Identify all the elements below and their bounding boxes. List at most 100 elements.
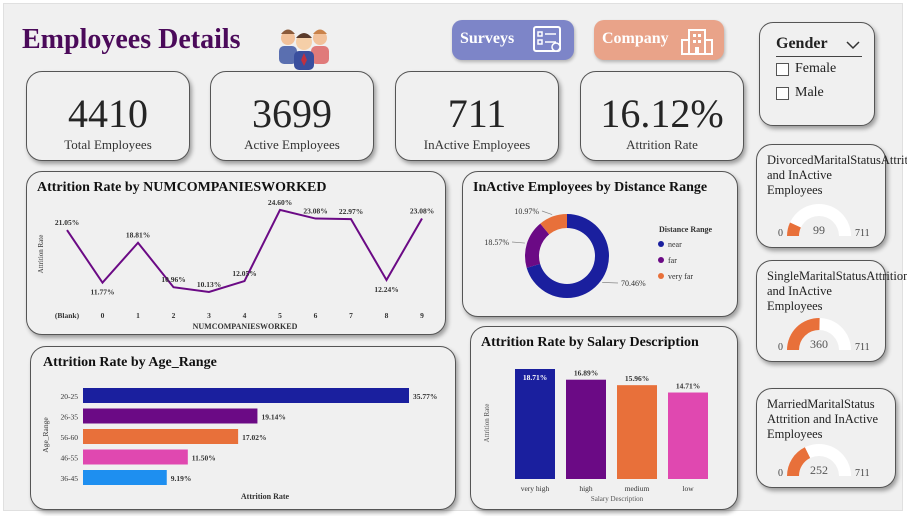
salary-chart-card: Attrition Rate by Salary Description 18.… xyxy=(470,326,738,510)
x-tick-label: 3 xyxy=(207,311,211,320)
leader-line xyxy=(511,241,525,244)
gauge-chart: 360 0 711 xyxy=(778,318,870,353)
data-label: 16.89% xyxy=(574,369,598,378)
x-tick-label: low xyxy=(682,484,694,493)
filter-option-label: Male xyxy=(795,85,824,100)
data-label: 18.71% xyxy=(523,373,547,382)
x-tick-label: 4 xyxy=(243,311,247,320)
legend-marker xyxy=(658,257,664,263)
age-range-chart-card: Attrition Rate by Age_Range 35.77% 20-25 1… xyxy=(30,346,456,510)
surveys-button[interactable]: Surveys xyxy=(452,20,574,60)
distance-range-chart-card: InActive Employees by Distance Range 70.… xyxy=(462,171,738,317)
kpi-label: Total Employees xyxy=(64,137,152,152)
bar xyxy=(83,408,258,424)
y-tick-label: 56-60 xyxy=(61,433,79,442)
data-label: 14.71% xyxy=(676,382,700,391)
checkbox[interactable] xyxy=(776,62,789,76)
chevron-down-icon[interactable] xyxy=(846,37,860,55)
data-label: 23.08% xyxy=(303,207,327,216)
gauge-chart: 99 0 711 xyxy=(778,204,870,239)
bar xyxy=(617,385,657,479)
kpi-active-employees: 3699 Active Employees xyxy=(210,71,374,161)
legend-label: near xyxy=(668,240,682,249)
filter-option-male[interactable]: Male xyxy=(776,85,824,101)
y-tick-label: 36-45 xyxy=(61,474,79,483)
filter-title: Gender xyxy=(776,35,828,52)
leader-line xyxy=(541,210,553,215)
leader-line xyxy=(602,282,619,284)
data-label: 21.05% xyxy=(55,218,79,227)
data-label: 11.50% xyxy=(192,454,216,463)
data-label: 11.77% xyxy=(91,288,115,297)
y-axis-label: Age_Range xyxy=(41,417,50,453)
data-label: 23.08% xyxy=(410,207,434,216)
bar xyxy=(515,369,555,479)
gauge-card-single: SingleMaritalStatusAttrition and InActiv… xyxy=(756,260,907,362)
salary-bar-chart: 18.71% very high 16.89% high 15.96% medium 14.… xyxy=(483,369,708,503)
filter-title-underline xyxy=(776,56,862,57)
x-tick-label: 6 xyxy=(314,311,318,320)
data-label: 9.19% xyxy=(171,474,192,483)
x-tick-label: 5 xyxy=(278,311,282,320)
company-button[interactable]: Company xyxy=(594,20,724,60)
x-axis-label: Salary Description xyxy=(591,495,644,503)
numcompanies-chart-card: Attrition Rate by NUMCOMPANIESWORKED 21.… xyxy=(26,171,446,335)
x-tick-label: very high xyxy=(521,484,550,493)
x-tick-label: 2 xyxy=(172,311,176,320)
x-tick-label: medium xyxy=(625,484,650,493)
filter-option-female[interactable]: Female xyxy=(776,61,836,77)
filter-option-label: Female xyxy=(795,61,837,76)
data-label: 22.97% xyxy=(339,207,363,216)
dashboard-canvas: Employees Details Surveys Company 4410 T… xyxy=(3,3,907,511)
kpi-label: Attrition Rate xyxy=(626,137,698,152)
bar xyxy=(566,379,606,479)
series-line xyxy=(66,208,423,293)
kpi-value: 16.12% xyxy=(600,91,724,136)
data-label: 10.13% xyxy=(197,280,221,289)
kpi-label: Active Employees xyxy=(244,137,340,152)
gauge-min-label: 0 xyxy=(778,228,783,239)
x-tick-label: 0 xyxy=(101,311,105,320)
kpi-attrition-rate: 16.12% Attrition Rate xyxy=(580,71,744,161)
checkbox[interactable] xyxy=(776,86,789,100)
gender-filter: Gender Female Male xyxy=(759,22,875,126)
age-range-bar-chart: 35.77% 20-25 19.14% 26-35 17.02% 56-60 11.50% 4… xyxy=(41,388,437,501)
bar xyxy=(83,470,167,485)
x-tick-label: (Blank) xyxy=(55,311,80,320)
x-axis-label: NUMCOMPANIESWORKED xyxy=(193,322,298,331)
surveys-button-label: Surveys xyxy=(460,30,515,47)
gauge-min-label: 0 xyxy=(778,342,783,353)
legend-label: very far xyxy=(668,272,693,281)
gauge-card-married: MarriedMaritalStatus Attrition and InAct… xyxy=(756,388,896,488)
legend-marker xyxy=(658,273,664,279)
line-chart: 21.05% (Blank) 11.77% 0 18.81% 1 10.96% 2 10.13%… xyxy=(37,198,434,331)
kpi-value: 3699 xyxy=(252,91,332,136)
company-button-label: Company xyxy=(602,30,669,47)
data-label: 18.81% xyxy=(126,231,150,240)
x-tick-label: 1 xyxy=(136,311,140,320)
employees-group-icon xyxy=(274,22,334,72)
y-tick-label: 26-35 xyxy=(61,413,79,422)
y-axis-label: Attrition Rate xyxy=(483,404,491,443)
gauge-min-label: 0 xyxy=(778,468,783,479)
donut-chart: 70.46% near 18.57% far 10.97% very far Distanc… xyxy=(484,207,713,298)
kpi-value: 711 xyxy=(447,91,507,136)
bar xyxy=(668,392,708,479)
gauge-chart: 252 0 711 xyxy=(778,444,870,479)
x-tick-label: 7 xyxy=(349,311,353,320)
gauge-max-label: 711 xyxy=(855,468,870,479)
data-label: 12.24% xyxy=(374,285,398,294)
legend-title: Distance Range xyxy=(659,225,713,234)
y-tick-label: 46-55 xyxy=(61,454,79,463)
data-label: 12.05% xyxy=(232,269,256,278)
legend-marker xyxy=(658,241,664,247)
slice-label: 18.57% xyxy=(484,238,509,247)
data-label: 19.14% xyxy=(261,413,285,422)
x-tick-label: high xyxy=(579,484,593,493)
gauge-fill xyxy=(787,447,811,476)
x-tick-label: 9 xyxy=(420,311,424,320)
kpi-value: 4410 xyxy=(68,91,148,136)
gauge-value: 99 xyxy=(813,223,825,237)
y-axis-label: Attrition Rate xyxy=(37,235,45,274)
data-label: 35.77% xyxy=(413,392,437,401)
